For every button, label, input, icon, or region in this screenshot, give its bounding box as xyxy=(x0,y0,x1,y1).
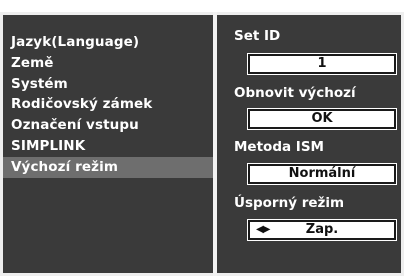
menu-panel: Jazyk(Language) Země Systém Rodičovský z… xyxy=(0,12,213,276)
set-id-label: Set ID xyxy=(234,28,281,44)
power-saving-value: Zap. xyxy=(305,222,339,237)
ism-method-value[interactable]: Normální xyxy=(247,163,397,185)
menu-item-country[interactable]: Země xyxy=(3,53,213,74)
factory-reset-ok-button[interactable]: OK xyxy=(247,108,397,130)
menu-item-input-label[interactable]: Označení vstupu xyxy=(3,115,213,136)
settings-panel: Set ID 1 Obnovit výchozí OK Metoda ISM N… xyxy=(217,12,404,276)
menu-item-language[interactable]: Jazyk(Language) xyxy=(3,32,213,53)
menu-item-parental-lock[interactable]: Rodičovský zámek xyxy=(3,94,213,115)
set-id-value[interactable]: 1 xyxy=(247,53,397,75)
power-saving-label: Úsporný režim xyxy=(234,195,345,211)
power-saving-selector[interactable]: ◀▶ Zap. xyxy=(247,219,397,241)
left-right-arrows-icon: ◀▶ xyxy=(256,224,270,235)
menu-list: Jazyk(Language) Země Systém Rodičovský z… xyxy=(3,32,213,178)
menu-item-default-mode[interactable]: Výchozí režim xyxy=(3,156,213,178)
menu-item-simplink[interactable]: SIMPLINK xyxy=(3,136,213,157)
tv-menu-screen: Jazyk(Language) Země Systém Rodičovský z… xyxy=(0,0,407,280)
factory-reset-label: Obnovit výchozí xyxy=(234,85,356,101)
ism-method-label: Metoda ISM xyxy=(234,139,324,155)
menu-item-system[interactable]: Systém xyxy=(3,74,213,95)
